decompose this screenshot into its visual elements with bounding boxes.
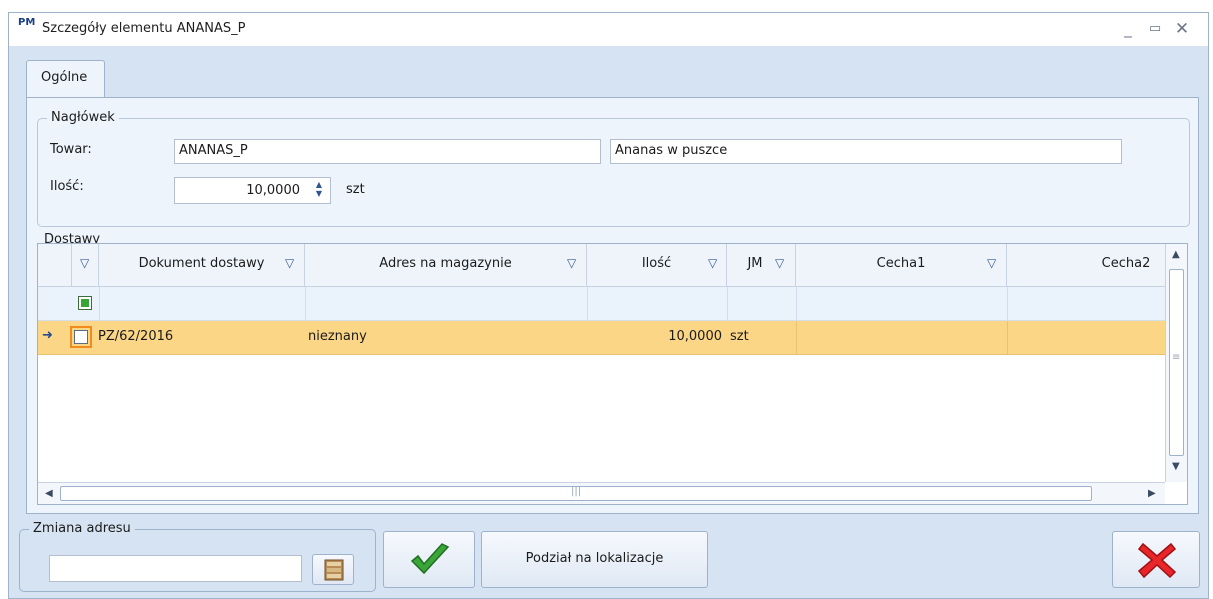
header-cecha1[interactable]: Cecha1 ▽ (796, 244, 1007, 286)
header-group-title: Nagłówek (47, 109, 119, 127)
column-divider (1007, 287, 1008, 320)
address-change-group: Zmiana adresu (19, 520, 376, 592)
grip-icon: ≡ (1172, 352, 1181, 363)
ilosc-label: Ilość: (50, 179, 84, 194)
filter-icon[interactable]: ▽ (80, 256, 89, 270)
column-adres-label: Adres na magazynie (379, 256, 512, 271)
tab-ogolne[interactable]: Ogólne (26, 60, 105, 98)
filter-icon[interactable]: ▽ (567, 256, 576, 270)
column-divider (796, 321, 797, 354)
tab-label: Ogólne (41, 70, 88, 85)
window-title: Szczegóły elementu ANANAS_P (42, 21, 246, 36)
ilosc-spinner[interactable]: 10,0000 ▲ ▼ (174, 177, 331, 204)
close-button[interactable]: ✕ (1171, 18, 1193, 40)
address-input[interactable] (49, 555, 302, 582)
cell-ilosc: 10,0000 (668, 329, 722, 344)
filter-icon[interactable]: ▽ (708, 256, 717, 270)
row-checkbox[interactable] (70, 326, 92, 348)
column-divider (587, 287, 588, 320)
towar-label: Towar: (50, 142, 92, 157)
split-locations-button[interactable]: Podział na lokalizacje (481, 531, 708, 588)
address-group-title: Zmiana adresu (29, 520, 135, 538)
header-check-cell[interactable]: ▽ (72, 244, 99, 286)
row-indicator-icon: ➜ (42, 328, 53, 343)
vertical-scroll-thumb[interactable]: ≡ (1169, 269, 1184, 456)
filter-icon[interactable]: ▽ (285, 256, 294, 270)
vertical-scrollbar[interactable]: ▲ ≡ ▼ (1165, 244, 1187, 482)
towar-name-field[interactable]: Ananas w puszce (610, 139, 1122, 164)
towar-code-field[interactable]: ANANAS_P (174, 139, 601, 164)
column-divider (99, 287, 100, 320)
column-divider (1007, 321, 1008, 354)
cancel-x-icon (1137, 542, 1177, 579)
grip-icon: ||| (571, 486, 582, 497)
header-jm[interactable]: JM ▽ (727, 244, 796, 286)
checkmark-icon (410, 543, 450, 575)
cell-dokument: PZ/62/2016 (98, 329, 174, 344)
split-locations-label: Podział na lokalizacje (525, 551, 664, 566)
scroll-down-icon[interactable]: ▼ (1172, 461, 1180, 472)
spin-arrows-icon[interactable]: ▲ ▼ (313, 180, 325, 198)
details-window: PM Szczegóły elementu ANANAS_P _ ▭ ✕ Ogó… (8, 12, 1209, 599)
header-indicator-cell (38, 244, 72, 286)
confirm-button[interactable] (383, 531, 475, 588)
filter-checkbox[interactable] (78, 296, 92, 310)
tab-page-ogolne: Nagłówek Towar: ANANAS_P Ananas w puszce… (26, 97, 1199, 514)
header-adres[interactable]: Adres na magazynie ▽ (305, 244, 587, 286)
shelf-icon (324, 559, 344, 581)
scroll-right-icon[interactable]: ▶ (1148, 488, 1156, 499)
select-location-button[interactable] (312, 554, 354, 585)
column-cecha1-label: Cecha1 (876, 256, 926, 271)
cancel-button[interactable] (1112, 531, 1200, 588)
grid-header: ▽ Dokument dostawy ▽ Adres na magazynie … (38, 244, 1165, 287)
column-divider (305, 287, 306, 320)
table-row[interactable]: ➜ PZ/62/2016 nieznany 10,0000 szt (38, 321, 1165, 355)
minimize-button[interactable]: _ (1117, 18, 1139, 40)
header-group: Nagłówek Towar: ANANAS_P Ananas w puszce… (37, 109, 1190, 227)
scroll-up-icon[interactable]: ▲ (1172, 249, 1180, 260)
column-divider (796, 287, 797, 320)
header-ilosc[interactable]: Ilość ▽ (587, 244, 727, 286)
cell-adres: nieznany (308, 329, 367, 344)
column-dokument-label: Dokument dostawy (138, 256, 265, 271)
horizontal-scrollbar[interactable]: ◀ ||| ▶ (38, 482, 1165, 504)
header-dokument[interactable]: Dokument dostawy ▽ (99, 244, 305, 286)
column-divider (727, 287, 728, 320)
ilosc-value: 10,0000 (246, 183, 300, 198)
app-icon: PM (18, 17, 36, 28)
cell-jm: szt (730, 329, 749, 344)
column-ilosc-label: Ilość (641, 256, 672, 271)
title-bar: PM Szczegóły elementu ANANAS_P _ ▭ ✕ (9, 13, 1208, 46)
filter-icon[interactable]: ▽ (775, 256, 784, 270)
maximize-button[interactable]: ▭ (1144, 18, 1166, 40)
filter-row[interactable] (38, 287, 1165, 321)
deliveries-grid[interactable]: ▽ Dokument dostawy ▽ Adres na magazynie … (37, 243, 1188, 505)
horizontal-scroll-thumb[interactable]: ||| (60, 486, 1092, 501)
scroll-left-icon[interactable]: ◀ (45, 488, 53, 499)
header-cecha2[interactable]: Cecha2 (1007, 244, 1165, 286)
ilosc-unit: szt (346, 182, 365, 197)
filter-icon[interactable]: ▽ (987, 256, 996, 270)
